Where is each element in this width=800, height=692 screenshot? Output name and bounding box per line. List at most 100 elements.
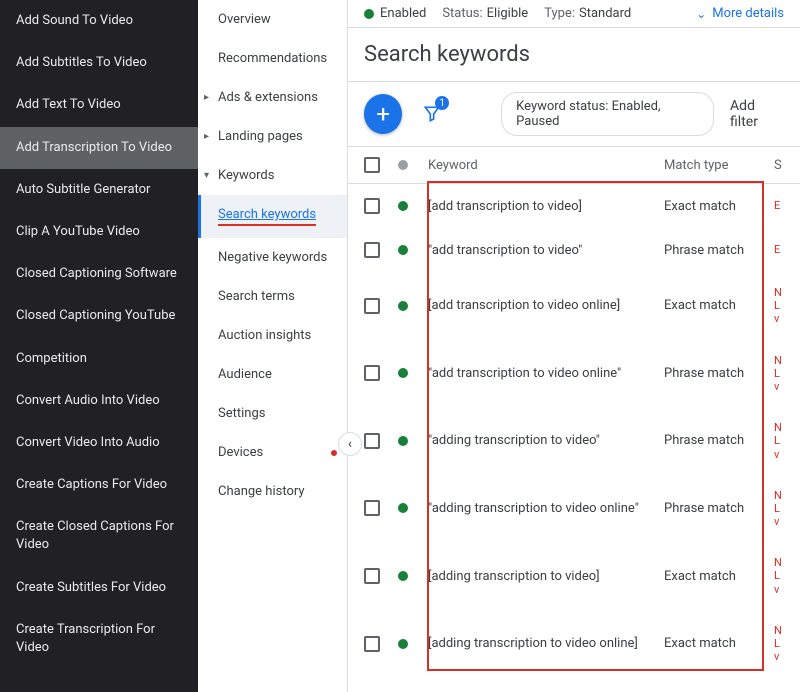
keyword-cell[interactable]: [adding transcription to video]	[428, 569, 664, 584]
campaign-item[interactable]: Add Subtitles To Video	[0, 42, 198, 84]
nav-overview[interactable]: Overview	[198, 0, 347, 39]
status-dot-icon	[398, 301, 408, 311]
campaign-item[interactable]: Create Subtitles For Video	[0, 567, 198, 609]
main-content: Enabled Status: Eligible Type: Standard …	[348, 0, 800, 692]
table-row: [add transcription to video online] Exac…	[348, 272, 800, 340]
nav-ads-extensions[interactable]: ▸Ads & extensions	[198, 78, 347, 117]
row-checkbox[interactable]	[364, 198, 380, 214]
enabled-label: Enabled	[380, 6, 426, 21]
add-filter-button[interactable]: Add filter	[730, 98, 784, 130]
campaign-item[interactable]: Closed Captioning Software	[0, 253, 198, 295]
nav-sidebar: Overview Recommendations ▸Ads & extensio…	[198, 0, 348, 692]
row-checkbox[interactable]	[364, 568, 380, 584]
table-row: "adding transcription to video online" P…	[348, 475, 800, 543]
type-value: Standard	[579, 6, 631, 21]
status-dot-icon	[398, 436, 408, 446]
status-dot-icon	[398, 571, 408, 581]
chevron-down-icon: ▾	[204, 170, 209, 181]
keyword-cell[interactable]: "adding transcription to video online"	[428, 501, 664, 516]
nav-keywords[interactable]: ▾Keywords	[198, 156, 347, 195]
table-row: "add transcription to video online" Phra…	[348, 340, 800, 408]
campaign-sidebar: Add Sound To Video Add Subtitles To Vide…	[0, 0, 198, 692]
chevron-right-icon: ▸	[204, 131, 209, 142]
status-dot-icon	[398, 503, 408, 513]
campaign-item-selected[interactable]: Add Transcription To Video	[0, 127, 198, 169]
chevron-right-icon: ▸	[204, 92, 209, 103]
campaign-item[interactable]: Competition	[0, 338, 198, 380]
campaign-item[interactable]: Create Captions For Video	[0, 464, 198, 506]
header-match-type[interactable]: Match type	[664, 158, 774, 173]
table-header: Keyword Match type S	[348, 147, 800, 184]
nav-recommendations[interactable]: Recommendations	[198, 39, 347, 78]
campaign-item[interactable]: Create Transcription For Video	[0, 609, 198, 669]
collapse-sidebar-button[interactable]: ‹	[338, 432, 362, 456]
campaign-item[interactable]: Convert Audio Into Video	[0, 380, 198, 422]
filter-button[interactable]: 1	[418, 100, 445, 128]
status-column-icon	[398, 160, 408, 170]
truncated-cell: NLv	[774, 421, 784, 461]
keyword-cell[interactable]: "adding transcription to video"	[428, 433, 664, 448]
more-details-link[interactable]: ⌄ More details	[696, 6, 784, 21]
campaign-item[interactable]: Create Closed Captions For Video	[0, 506, 198, 566]
keyword-cell[interactable]: [add transcription to video]	[428, 199, 664, 214]
nav-change-history[interactable]: Change history	[198, 472, 347, 511]
campaign-item[interactable]: Add Sound To Video	[0, 0, 198, 42]
row-checkbox[interactable]	[364, 500, 380, 516]
row-checkbox[interactable]	[364, 242, 380, 258]
match-type-cell: Exact match	[664, 298, 774, 313]
toolbar: + 1 Keyword status: Enabled, Paused Add …	[348, 82, 800, 147]
add-keyword-button[interactable]: +	[364, 94, 402, 134]
campaign-item[interactable]: Clip A YouTube Video	[0, 211, 198, 253]
truncated-cell: NLv	[774, 354, 784, 394]
table-row: "adding transcription to video" Phrase m…	[348, 407, 800, 475]
truncated-cell: E	[774, 243, 784, 256]
status-enabled[interactable]: Enabled	[364, 6, 426, 21]
row-checkbox[interactable]	[364, 433, 380, 449]
nav-search-terms[interactable]: Search terms	[198, 277, 347, 316]
keywords-table: Keyword Match type S [add transcription …	[348, 147, 800, 692]
nav-negative-keywords[interactable]: Negative keywords	[198, 238, 347, 277]
keyword-cell[interactable]: [add transcription to video online]	[428, 298, 664, 313]
truncated-cell: NLv	[774, 624, 784, 664]
table-row: [adding transcription to video] Exact ma…	[348, 542, 800, 610]
nav-settings[interactable]: Settings	[198, 394, 347, 433]
campaign-item[interactable]: Add Text To Video	[0, 84, 198, 126]
status-bar: Enabled Status: Eligible Type: Standard …	[348, 0, 800, 28]
alert-dot-icon	[331, 450, 337, 456]
chevron-down-icon: ⌄	[696, 7, 706, 21]
campaign-item[interactable]: Auto Subtitle Generator	[0, 169, 198, 211]
header-keyword[interactable]: Keyword	[428, 158, 664, 173]
more-details-label: More details	[712, 6, 784, 21]
row-checkbox[interactable]	[364, 636, 380, 652]
table-row: [adding transcription to video online] E…	[348, 610, 800, 678]
truncated-cell: NLv	[774, 489, 784, 529]
status-eligibility: Status: Eligible	[442, 6, 528, 21]
filter-chip[interactable]: Keyword status: Enabled, Paused	[501, 92, 714, 136]
status-dot-icon	[398, 245, 408, 255]
status-dot-icon	[398, 368, 408, 378]
nav-devices[interactable]: Devices	[198, 433, 347, 472]
keyword-cell[interactable]: "add transcription to video online"	[428, 366, 664, 381]
match-type-cell: Exact match	[664, 199, 774, 214]
truncated-cell: E	[774, 199, 784, 212]
campaign-item[interactable]: Convert Video Into Audio	[0, 422, 198, 464]
keyword-cell[interactable]: "add transcription to video"	[428, 243, 664, 258]
status-dot-icon	[398, 201, 408, 211]
truncated-cell: NLv	[774, 556, 784, 596]
row-checkbox[interactable]	[364, 365, 380, 381]
nav-search-keywords[interactable]: Search keywords	[198, 195, 347, 238]
match-type-cell: Phrase match	[664, 501, 774, 516]
nav-audience[interactable]: Audience	[198, 355, 347, 394]
status-dot-icon	[364, 9, 374, 19]
match-type-cell: Exact match	[664, 636, 774, 651]
campaign-item[interactable]: Closed Captioning YouTube	[0, 295, 198, 337]
status-type: Type: Standard	[544, 6, 631, 21]
nav-auction-insights[interactable]: Auction insights	[198, 316, 347, 355]
match-type-cell: Exact match	[664, 569, 774, 584]
filter-count-badge: 1	[435, 96, 449, 110]
row-checkbox[interactable]	[364, 298, 380, 314]
keyword-cell[interactable]: [adding transcription to video online]	[428, 636, 664, 651]
select-all-checkbox[interactable]	[364, 157, 380, 173]
nav-landing-pages[interactable]: ▸Landing pages	[198, 117, 347, 156]
page-title: Search keywords	[348, 28, 800, 81]
